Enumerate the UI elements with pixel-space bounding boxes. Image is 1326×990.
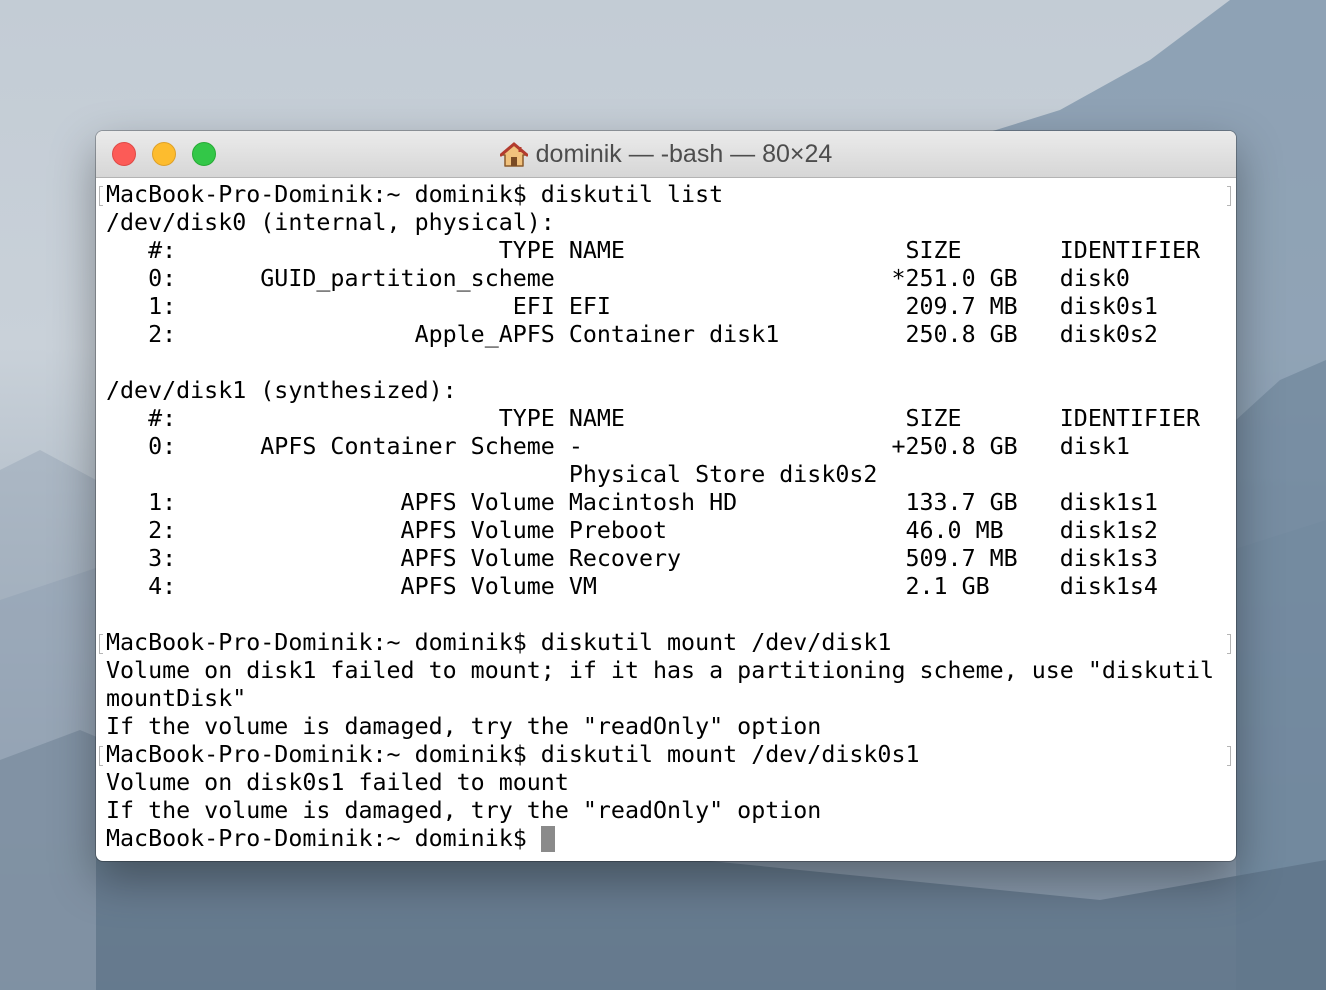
terminal-line: MacBook-Pro-Dominik:~ dominik$ diskutil …: [106, 741, 920, 768]
terminal-line: MacBook-Pro-Dominik:~ dominik$ diskutil …: [106, 181, 724, 208]
prompt-mark-left: [99, 746, 103, 766]
terminal-line: Physical Store disk0s2: [106, 461, 878, 488]
terminal-line: 0: GUID_partition_scheme *251.0 GB disk0: [106, 265, 1130, 292]
terminal-window: dominik — -bash — 80×24 MacBook-Pro-Domi…: [96, 131, 1236, 861]
terminal-line: 4: APFS Volume VM 2.1 GB disk1s4: [106, 573, 1158, 600]
window-title-text: dominik — -bash — 80×24: [535, 140, 833, 168]
prompt-mark-right: [1227, 746, 1231, 766]
terminal-line: #: TYPE NAME SIZE IDENTIFIER: [106, 405, 1201, 432]
terminal-output[interactable]: MacBook-Pro-Dominik:~ dominik$ diskutil …: [96, 178, 1236, 861]
window-title: dominik — -bash — 80×24: [96, 131, 1236, 178]
text-cursor: [540, 826, 555, 852]
terminal-line: 2: APFS Volume Preboot 46.0 MB disk1s2: [106, 517, 1158, 544]
home-icon: [499, 142, 528, 168]
prompt-mark-left: [99, 634, 103, 654]
terminal-line: /dev/disk0 (internal, physical):: [106, 209, 555, 236]
terminal-line: mountDisk": [106, 685, 247, 712]
title-bar[interactable]: dominik — -bash — 80×24: [96, 131, 1236, 178]
prompt-mark-left: [99, 186, 103, 206]
terminal-line: 1: APFS Volume Macintosh HD 133.7 GB dis…: [106, 489, 1158, 516]
terminal-prompt: MacBook-Pro-Dominik:~ dominik$: [106, 825, 541, 852]
terminal-line: Volume on disk1 failed to mount; if it h…: [106, 657, 1215, 684]
terminal-line: 3: APFS Volume Recovery 509.7 MB disk1s3: [106, 545, 1158, 572]
prompt-mark-right: [1227, 186, 1231, 206]
terminal-line: #: TYPE NAME SIZE IDENTIFIER: [106, 237, 1201, 264]
terminal-line: MacBook-Pro-Dominik:~ dominik$ diskutil …: [106, 629, 892, 656]
terminal-line: If the volume is damaged, try the "readO…: [106, 797, 822, 824]
prompt-mark-right: [1227, 634, 1231, 654]
terminal-line: 2: Apple_APFS Container disk1 250.8 GB d…: [106, 321, 1158, 348]
terminal-line: If the volume is damaged, try the "readO…: [106, 713, 822, 740]
terminal-line: 1: EFI EFI 209.7 MB disk0s1: [106, 293, 1158, 320]
terminal-line: Volume on disk0s1 failed to mount: [106, 769, 569, 796]
terminal-prompt-line[interactable]: MacBook-Pro-Dominik:~ dominik$: [106, 825, 555, 853]
terminal-line: 0: APFS Container Scheme - +250.8 GB dis…: [106, 433, 1130, 460]
terminal-line: /dev/disk1 (synthesized):: [106, 377, 457, 404]
